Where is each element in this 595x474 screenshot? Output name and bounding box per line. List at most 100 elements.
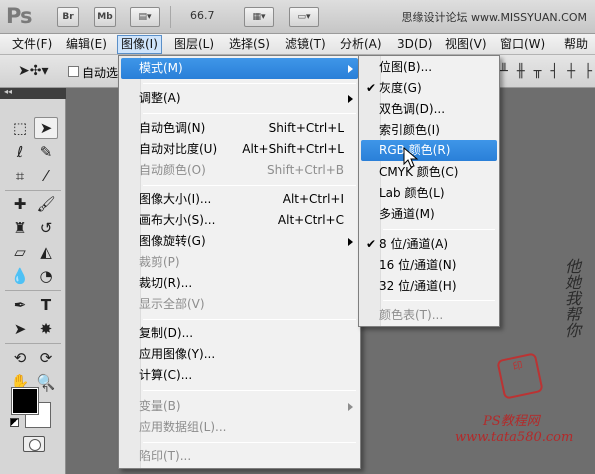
- auto-select-checkbox[interactable]: [68, 66, 79, 77]
- separator: [143, 113, 356, 114]
- menu-item-bitmap[interactable]: 位图(B)...: [361, 57, 497, 78]
- separator: [383, 229, 495, 230]
- menu-select[interactable]: 选择(S): [226, 35, 273, 54]
- 3d-rotate-tool-icon[interactable]: ⟲: [8, 347, 32, 369]
- pen-tool-icon[interactable]: ✒: [8, 294, 32, 316]
- move-tool-icon[interactable]: ➤: [34, 117, 58, 139]
- menu-item-32-bits[interactable]: 32 位/通道(H): [361, 276, 497, 297]
- eraser-tool-icon[interactable]: ▱: [8, 241, 32, 263]
- mini-bridge-button[interactable]: Mb: [94, 7, 116, 27]
- arrange-documents-button[interactable]: ▦▾: [244, 7, 274, 27]
- menu-item-crop: 裁剪(P): [139, 255, 180, 269]
- menu-item-canvas-size[interactable]: 画布大小(S)... Alt+Ctrl+C: [121, 210, 358, 231]
- menu-item-image-size[interactable]: 图像大小(I)... Alt+Ctrl+I: [121, 189, 358, 210]
- bridge-button[interactable]: Br: [57, 7, 79, 27]
- separator: [170, 6, 171, 28]
- clone-stamp-tool-icon[interactable]: ♜: [8, 217, 32, 239]
- paint-bucket-tool-icon[interactable]: ◭: [34, 241, 58, 263]
- collapse-icon[interactable]: ◂◂: [4, 87, 12, 96]
- auto-select-label: 自动选: [82, 66, 119, 80]
- history-brush-tool-icon[interactable]: ↺: [34, 217, 58, 239]
- submenu-arrow-icon: [348, 65, 353, 73]
- menu-item-color-table: 颜色表(T)...: [379, 308, 444, 322]
- menu-edit[interactable]: 编辑(E): [63, 35, 110, 54]
- menu-window[interactable]: 窗口(W): [497, 35, 548, 54]
- menu-item-trap: 陷印(T)...: [139, 449, 192, 463]
- eyedropper-tool-icon[interactable]: ⁄: [34, 165, 58, 187]
- lasso-tool-icon[interactable]: ℓ: [8, 141, 32, 163]
- separator: [143, 442, 356, 443]
- quick-mask-button[interactable]: [23, 436, 45, 452]
- screen-mode-button[interactable]: ▭▾: [289, 7, 319, 27]
- foreground-color-swatch[interactable]: [11, 387, 39, 415]
- custom-shape-tool-icon[interactable]: ✸: [34, 318, 58, 340]
- image-menu-dropdown: 模式(M) 调整(A) 自动色调(N) Shift+Ctrl+L 自动对比度(U)…: [118, 55, 361, 469]
- separator: [143, 83, 356, 84]
- menu-item-trim[interactable]: 裁切(R)...: [121, 273, 358, 294]
- crop-tool-icon[interactable]: ⌗: [8, 165, 32, 187]
- menu-item-mode[interactable]: 模式(M): [121, 58, 358, 79]
- path-selection-tool-icon[interactable]: ➤: [8, 318, 32, 340]
- menu-item-16-bits[interactable]: 16 位/通道(N): [361, 255, 497, 276]
- menu-file[interactable]: 文件(F): [9, 35, 55, 54]
- mode-submenu: 位图(B)... ✔ 灰度(G) 双色调(D)... 索引颜色(I) RGB 颜色…: [358, 55, 500, 327]
- move-tool-preset-icon[interactable]: ➤✣▾: [18, 63, 49, 79]
- checkmark-icon: ✔: [366, 81, 377, 95]
- blur-tool-icon[interactable]: 💧: [8, 265, 32, 287]
- site-watermark-title: PS教程网: [483, 414, 540, 429]
- menu-item-auto-contrast[interactable]: 自动对比度(U) Alt+Shift+Ctrl+L: [121, 139, 358, 160]
- menu-item-reveal-all: 显示全部(V): [139, 297, 205, 311]
- separator: [5, 290, 61, 291]
- menu-item-cmyk-color[interactable]: CMYK 颜色(C): [361, 162, 497, 183]
- type-tool-icon[interactable]: T: [34, 294, 58, 316]
- marquee-tool-icon[interactable]: ⬚: [8, 117, 32, 139]
- separator: [383, 300, 495, 301]
- mouse-cursor-icon: [403, 147, 419, 168]
- menu-image[interactable]: 图像(I): [117, 35, 162, 54]
- menu-item-adjustments[interactable]: 调整(A): [121, 88, 358, 109]
- photoshop-logo: Ps: [6, 4, 33, 28]
- menu-item-rgb-color[interactable]: RGB 颜色(R): [361, 140, 497, 161]
- view-extras-button[interactable]: ▤▾: [130, 7, 160, 27]
- separator: [143, 319, 356, 320]
- menu-item-auto-color: 自动颜色(O) Shift+Ctrl+B: [139, 163, 344, 177]
- separator: [143, 390, 356, 391]
- menu-item-apply-image[interactable]: 应用图像(Y)...: [121, 344, 358, 365]
- menu-item-indexed-color[interactable]: 索引颜色(I): [361, 120, 497, 141]
- watermark-text: 思缘设计论坛 www.MISSYUAN.COM: [401, 11, 587, 24]
- menu-item-apply-data-set: 应用数据组(L)...: [139, 420, 227, 434]
- submenu-arrow-icon: [348, 403, 353, 411]
- swap-colors-icon[interactable]: ↰: [41, 384, 49, 395]
- submenu-arrow-icon: [348, 238, 353, 246]
- quick-selection-tool-icon[interactable]: ✎: [34, 141, 58, 163]
- separator: [143, 185, 356, 186]
- calligraphy-watermark: 他她我帮你: [562, 258, 581, 338]
- menu-help[interactable]: 帮助(: [561, 35, 595, 70]
- menu-item-image-rotation[interactable]: 图像旋转(G): [121, 231, 358, 252]
- toolbox-header[interactable]: ◂◂: [0, 87, 66, 99]
- menu-item-auto-tone[interactable]: 自动色调(N) Shift+Ctrl+L: [121, 118, 358, 139]
- seal-stamp: 印: [496, 352, 544, 400]
- zoom-level[interactable]: 66.7: [190, 9, 215, 22]
- checkmark-icon: ✔: [366, 237, 377, 251]
- menu-item-variables: 变量(B): [121, 396, 358, 417]
- menu-item-calculations[interactable]: 计算(C)...: [121, 365, 358, 386]
- menu-filter[interactable]: 滤镜(T): [282, 35, 329, 54]
- align-buttons-icon[interactable]: ╨╫╥┤┼├: [500, 64, 595, 79]
- menu-item-multichannel[interactable]: 多通道(M): [361, 204, 497, 225]
- brush-tool-icon[interactable]: 🖌: [34, 193, 58, 215]
- menu-item-duplicate[interactable]: 复制(D)...: [121, 323, 358, 344]
- default-colors-icon[interactable]: [10, 418, 19, 427]
- menu-view[interactable]: 视图(V): [442, 35, 490, 54]
- dodge-tool-icon[interactable]: ◔: [34, 265, 58, 287]
- menu-3d[interactable]: 3D(D): [394, 35, 435, 54]
- separator: [5, 343, 61, 344]
- menu-analysis[interactable]: 分析(A): [337, 35, 385, 54]
- menu-item-duotone[interactable]: 双色调(D)...: [361, 99, 497, 120]
- healing-brush-tool-icon[interactable]: ✚: [8, 193, 32, 215]
- menu-item-lab-color[interactable]: Lab 颜色(L): [361, 183, 497, 204]
- menu-layer[interactable]: 图层(L): [171, 35, 217, 54]
- 3d-orbit-tool-icon[interactable]: ⟳: [34, 347, 58, 369]
- menu-item-grayscale[interactable]: ✔ 灰度(G): [361, 78, 497, 99]
- menu-item-8-bits[interactable]: ✔ 8 位/通道(A): [361, 234, 497, 255]
